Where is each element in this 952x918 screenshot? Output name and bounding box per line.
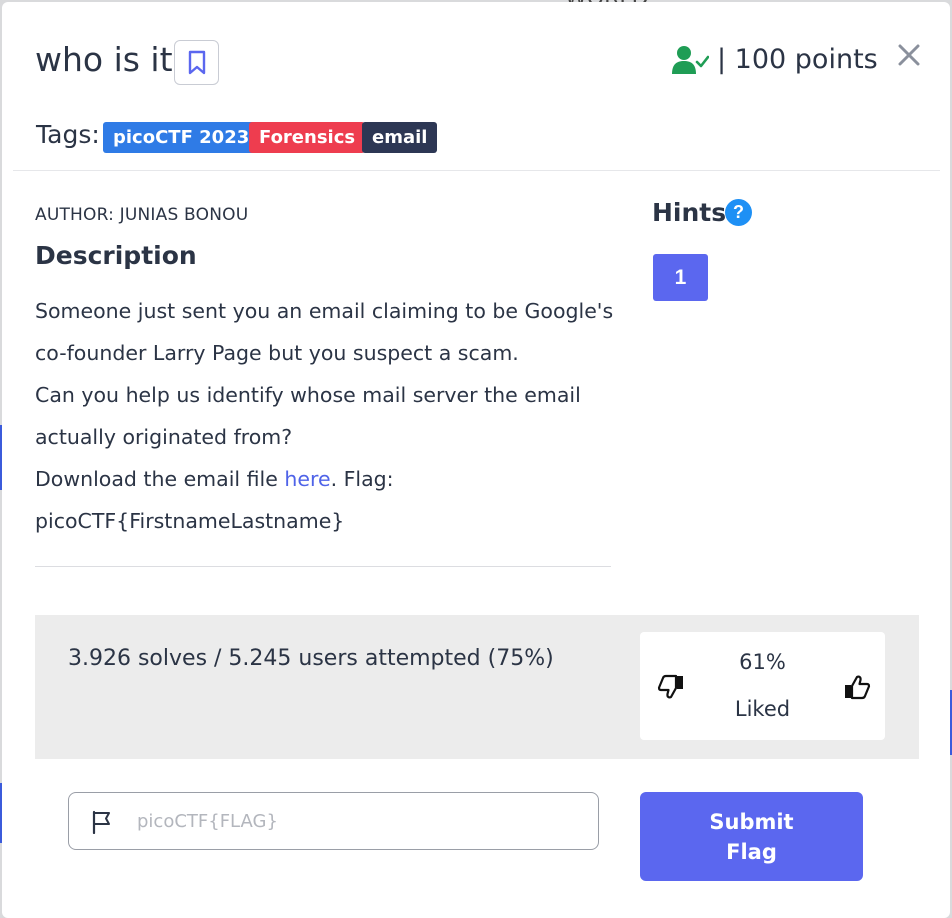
tags-label: Tags: — [36, 120, 100, 149]
close-icon — [898, 44, 920, 66]
challenge-modal: who is it | 100 points Tags: picoCTF 202… — [2, 2, 950, 918]
tag-category[interactable]: Forensics — [249, 122, 366, 153]
submit-flag-button[interactable]: Submit Flag — [640, 792, 863, 881]
description-line: Download the email file — [35, 467, 285, 491]
user-check-icon — [672, 46, 709, 74]
description-line: Someone just sent you an email claiming … — [35, 299, 614, 365]
close-button[interactable] — [892, 38, 926, 72]
tag-topic[interactable]: email — [362, 122, 438, 153]
hints-heading: Hints — [652, 198, 727, 227]
rating-card: 61% Liked — [640, 632, 885, 740]
tag-event[interactable]: picoCTF 2023 — [103, 122, 260, 153]
flag-icon — [92, 810, 110, 834]
description-line: Can you help us identify whose mail serv… — [35, 383, 581, 449]
download-email-link[interactable]: here — [284, 467, 330, 491]
flag-input-container[interactable] — [68, 792, 599, 850]
hint-button-1[interactable]: 1 — [653, 254, 708, 301]
header-divider — [13, 170, 940, 171]
description-divider — [35, 566, 611, 567]
bookmark-icon — [188, 50, 205, 74]
help-icon[interactable]: ? — [725, 199, 752, 226]
solves-count: 3.926 solves / 5.245 users attempted (75… — [68, 646, 554, 671]
thumbs-up-icon[interactable] — [843, 673, 871, 701]
description-heading: Description — [35, 241, 197, 270]
challenge-points: | 100 points — [717, 44, 878, 75]
stats-panel: 3.926 solves / 5.245 users attempted (75… — [35, 615, 919, 759]
description-body: Someone just sent you an email claiming … — [35, 290, 620, 542]
challenge-title: who is it — [35, 40, 173, 79]
flag-input[interactable] — [137, 793, 587, 849]
bookmark-button[interactable] — [174, 40, 219, 85]
liked-percent: 61% — [739, 650, 786, 674]
challenge-author: AUTHOR: JUNIAS BONOU — [35, 205, 249, 225]
